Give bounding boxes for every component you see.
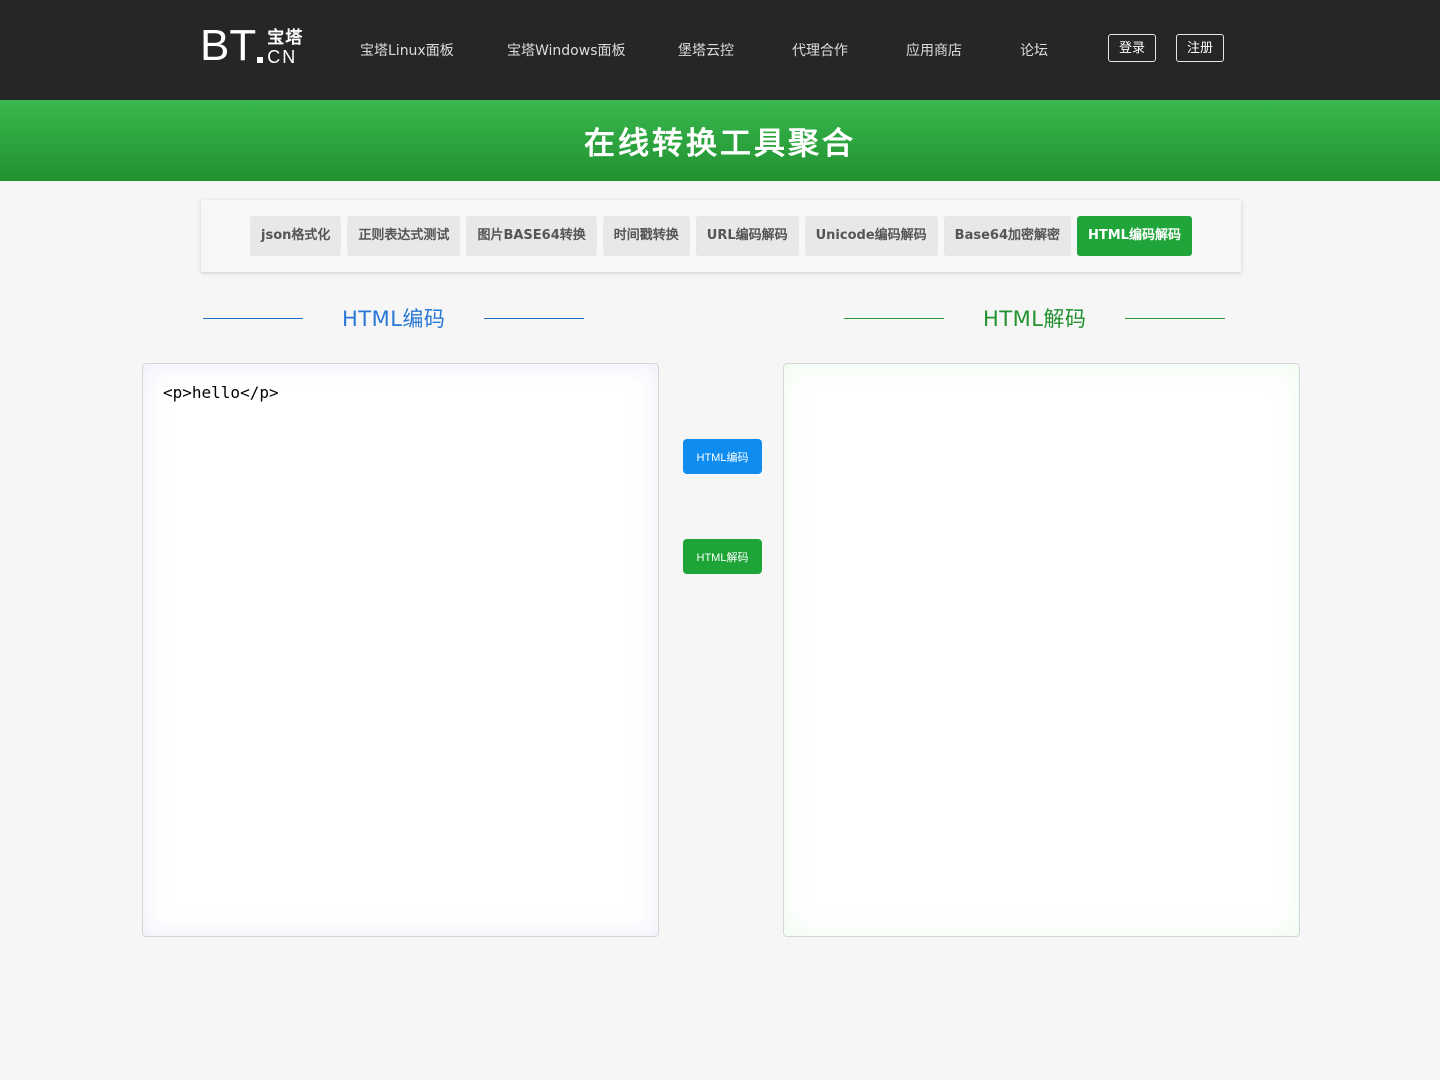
tab-json-format[interactable]: json格式化 bbox=[250, 216, 342, 256]
tab-url-codec[interactable]: URL编码解码 bbox=[695, 216, 799, 256]
logo-chars: 宝塔 bbox=[267, 28, 304, 48]
decode-section-title: HTML解码 bbox=[983, 307, 1087, 331]
nav-link-linux-panel[interactable]: 宝塔Linux面板 bbox=[360, 40, 454, 60]
tab-image-base64[interactable]: 图片BASE64转换 bbox=[466, 216, 597, 256]
nav-link-cloud-control[interactable]: 堡塔云控 bbox=[678, 40, 734, 60]
heading-divider bbox=[484, 317, 585, 319]
logo-dot bbox=[257, 57, 264, 63]
tab-unicode-codec[interactable]: Unicode编码解码 bbox=[804, 216, 938, 256]
heading-divider bbox=[844, 317, 944, 319]
page-banner: 在线转换工具聚合 bbox=[0, 100, 1440, 181]
top-navbar: BT 宝塔 CN 宝塔Linux面板 宝塔Windows面板 堡塔云控 代理合作… bbox=[0, 0, 1440, 100]
nav-link-windows-panel[interactable]: 宝塔Windows面板 bbox=[507, 40, 626, 60]
tab-base64-codec[interactable]: Base64加密解密 bbox=[943, 216, 1071, 256]
tab-regex-test[interactable]: 正则表达式测试 bbox=[347, 216, 461, 256]
html-encode-input[interactable] bbox=[142, 363, 659, 937]
decode-section-heading: HTML解码 bbox=[844, 300, 1226, 336]
heading-divider bbox=[203, 317, 303, 319]
bt-logo[interactable]: BT 宝塔 CN bbox=[200, 21, 304, 70]
tool-tabs: json格式化 正则表达式测试 图片BASE64转换 时间戳转换 URL编码解码… bbox=[201, 200, 1241, 272]
nav-link-agency[interactable]: 代理合作 bbox=[792, 40, 848, 60]
register-button[interactable]: 注册 bbox=[1176, 34, 1225, 62]
logo-main-text: BT bbox=[200, 21, 257, 70]
html-decode-output[interactable] bbox=[783, 363, 1300, 937]
encode-section-title: HTML编码 bbox=[342, 307, 446, 331]
login-button[interactable]: 登录 bbox=[1108, 34, 1157, 62]
html-decode-button[interactable]: HTML解码 bbox=[683, 539, 762, 574]
nav-link-app-store[interactable]: 应用商店 bbox=[906, 40, 962, 60]
logo-right: 宝塔 CN bbox=[267, 28, 304, 67]
nav-link-forum[interactable]: 论坛 bbox=[1020, 40, 1048, 60]
encode-section-heading: HTML编码 bbox=[203, 300, 585, 336]
heading-divider bbox=[1125, 317, 1226, 319]
html-encode-button[interactable]: HTML编码 bbox=[683, 439, 762, 474]
tab-html-codec[interactable]: HTML编码解码 bbox=[1076, 216, 1192, 256]
page-title: 在线转换工具聚合 bbox=[584, 126, 856, 162]
logo-latin: CN bbox=[267, 47, 298, 67]
tab-timestamp[interactable]: 时间戳转换 bbox=[602, 216, 690, 256]
